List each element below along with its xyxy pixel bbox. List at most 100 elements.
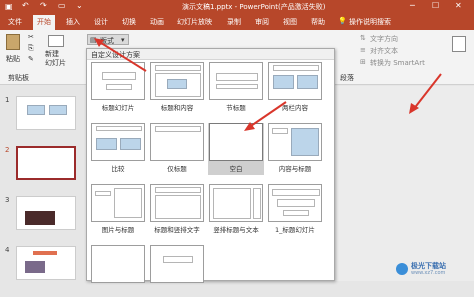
customize-icon[interactable]: ⌄ [76, 1, 83, 10]
layout-title-content[interactable]: 标题和内容 [149, 62, 205, 114]
watermark-logo-icon [396, 263, 408, 275]
paragraph-group-label: 段落 [340, 74, 354, 82]
layout-thumbnail [268, 184, 322, 222]
slide-image [27, 105, 45, 115]
arrow-to-slide-area [409, 73, 442, 114]
placeholder [216, 73, 258, 81]
tab-insert[interactable]: 插入 [66, 17, 80, 27]
layout-icon-image [120, 138, 141, 150]
paste-icon[interactable] [6, 34, 20, 50]
placeholder [272, 189, 320, 196]
slide-thumbnail-4[interactable] [16, 246, 76, 280]
tab-design[interactable]: 设计 [94, 17, 108, 27]
format-painter-icon[interactable]: ✎ [28, 55, 34, 63]
redo-icon[interactable]: ↷ [40, 1, 47, 10]
new-slide-button[interactable]: 新建 幻灯片 [45, 50, 66, 68]
slide-photo [25, 211, 55, 225]
arrow-to-blank-layout [244, 101, 287, 131]
slide-thumbnail-3[interactable] [16, 196, 76, 230]
layout-thumbnail [91, 245, 145, 283]
layout-icon-image [291, 128, 319, 156]
slide-number: 2 [5, 146, 10, 154]
minimize-icon[interactable]: ─ [410, 1, 415, 10]
layout-title-only[interactable]: 仅标题 [149, 123, 205, 175]
placeholder [277, 199, 315, 207]
placeholder [155, 195, 201, 219]
watermark-url: www.xz7.com [411, 270, 446, 276]
tab-review[interactable]: 审阅 [255, 17, 269, 27]
layout-thumbnail [91, 184, 145, 222]
layout-label: 标题和竖排文字 [154, 226, 200, 234]
save-icon[interactable]: ▣ [5, 2, 13, 11]
lightbulb-icon[interactable]: 💡 [338, 17, 347, 25]
tab-view[interactable]: 视图 [283, 17, 297, 27]
placeholder [283, 210, 309, 216]
placeholder [213, 188, 251, 219]
placeholder [96, 126, 142, 131]
layout-label: 仅标题 [167, 165, 187, 173]
tab-record[interactable]: 录制 [227, 17, 241, 27]
title-bar: ▣ ↶ ↷ ▭ ⌄ 演示文稿1.pptx - PowerPoint(产品激活失败… [0, 0, 474, 14]
align-text-button[interactable]: 对齐文本 [370, 46, 398, 56]
layout-extra-2[interactable] [149, 245, 205, 297]
layout-thumbnail [150, 62, 204, 100]
new-slide-icon[interactable] [48, 35, 64, 47]
smartart-button[interactable]: 转换为 SmartArt [370, 58, 425, 68]
align-text-icon[interactable]: ≡ [360, 46, 366, 54]
maximize-icon[interactable]: ☐ [432, 1, 439, 10]
layout-label: 比较 [111, 165, 125, 173]
layout-label: 标题幻灯片 [101, 104, 135, 112]
copy-icon[interactable]: ⎘ [28, 44, 34, 53]
layout-label: 竖排标题与文本 [213, 226, 259, 234]
tab-home[interactable]: 开始 [33, 15, 55, 30]
slide-image [49, 105, 67, 115]
placeholder [155, 65, 201, 71]
layout-thumbnail [150, 184, 204, 222]
close-icon[interactable]: ✕ [455, 1, 462, 10]
slide-thumbnail-1[interactable] [16, 96, 76, 130]
tab-slideshow[interactable]: 幻灯片放映 [177, 17, 212, 27]
tab-search[interactable]: 操作说明搜索 [349, 17, 391, 27]
placeholder [95, 191, 111, 196]
placeholder [155, 126, 201, 132]
layout-picture-caption[interactable]: 图片与标题 [90, 184, 146, 236]
slide-thumbnails-panel: 1 2 3 4 [0, 86, 84, 281]
paste-button[interactable]: 粘贴 [6, 54, 20, 64]
cut-icon[interactable]: ✂ [28, 33, 34, 41]
tab-file[interactable]: 文件 [8, 17, 22, 27]
layout-title-vertical-text[interactable]: 标题和竖排文字 [149, 184, 205, 236]
layout-gallery: 自定义设计方案 标题幻灯片 标题和内容 节标题 两栏内容 比较 仅标题 空白 内… [86, 48, 335, 283]
layout-vertical-title-text[interactable]: 竖排标题与文本 [208, 184, 264, 236]
layout-extra-1[interactable] [90, 245, 146, 297]
text-direction-button[interactable]: 文字方向 [370, 34, 398, 44]
tab-animations[interactable]: 动画 [150, 17, 164, 27]
clipboard-group-label: 剪贴板 [8, 74, 29, 82]
placeholder [155, 187, 201, 193]
layout-thumbnail [91, 123, 145, 161]
tab-help[interactable]: 帮助 [311, 17, 325, 27]
present-icon[interactable]: ▭ [58, 1, 66, 10]
layout-label: 标题和内容 [160, 104, 194, 112]
placeholder [273, 65, 319, 71]
smartart-icon[interactable]: ⊞ [360, 58, 366, 66]
ribbon-tabs: 文件 开始 插入 设计 切换 动画 幻灯片放映 录制 审阅 视图 帮助 💡 操作… [0, 14, 474, 30]
placeholder [114, 188, 142, 218]
layout-label: 图片与标题 [101, 226, 135, 234]
slide-thumbnail-2[interactable] [16, 146, 76, 180]
layout-thumbnail [209, 62, 263, 100]
text-direction-icon[interactable]: ⇅ [360, 34, 366, 42]
tab-transitions[interactable]: 切换 [122, 17, 136, 27]
layout-thumbnail [150, 245, 204, 283]
drawing-shapes-icon[interactable] [452, 36, 466, 52]
layout-label: 1_标题幻灯片 [275, 226, 315, 234]
slide-number: 4 [5, 246, 10, 254]
watermark: 极光下载站 www.xz7.com [396, 261, 470, 277]
layout-label: 内容与标题 [278, 165, 312, 173]
undo-icon[interactable]: ↶ [22, 1, 29, 10]
placeholder [216, 84, 258, 89]
layout-title-slide-1[interactable]: 1_标题幻灯片 [267, 184, 323, 236]
slide-number: 3 [5, 196, 10, 204]
slide-editor[interactable] [335, 86, 474, 281]
placeholder [106, 84, 132, 90]
layout-comparison[interactable]: 比较 [90, 123, 146, 175]
